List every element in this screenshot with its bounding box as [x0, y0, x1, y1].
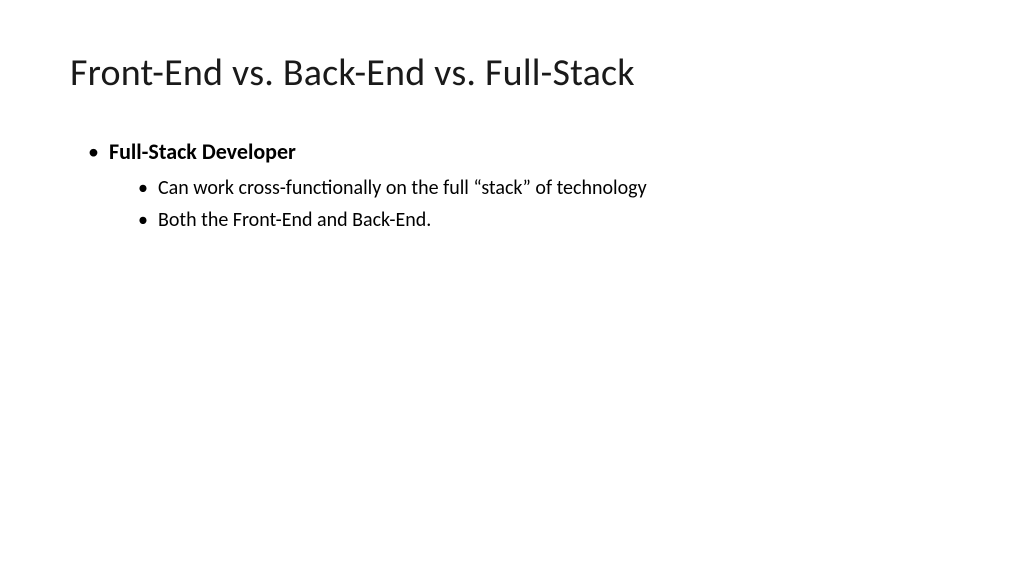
slide-content: • Full-Stack Developer • Can work cross-… — [70, 138, 954, 234]
slide-title: Front-End vs. Back-End vs. Full-Stack — [70, 50, 954, 96]
bullet-text: Full-Stack Developer — [109, 138, 296, 166]
sub-bullet-text: Both the Front-End and Back-End. — [158, 206, 431, 234]
bullet-marker: • — [88, 138, 99, 166]
sub-bullet-item: • Both the Front-End and Back-End. — [70, 206, 954, 234]
sub-bullet-item: • Can work cross-functionally on the ful… — [70, 174, 954, 202]
bullet-marker: • — [138, 206, 148, 234]
bullet-marker: • — [138, 174, 148, 202]
sub-bullet-text: Can work cross-functionally on the full … — [158, 174, 647, 202]
bullet-item: • Full-Stack Developer — [70, 138, 954, 166]
